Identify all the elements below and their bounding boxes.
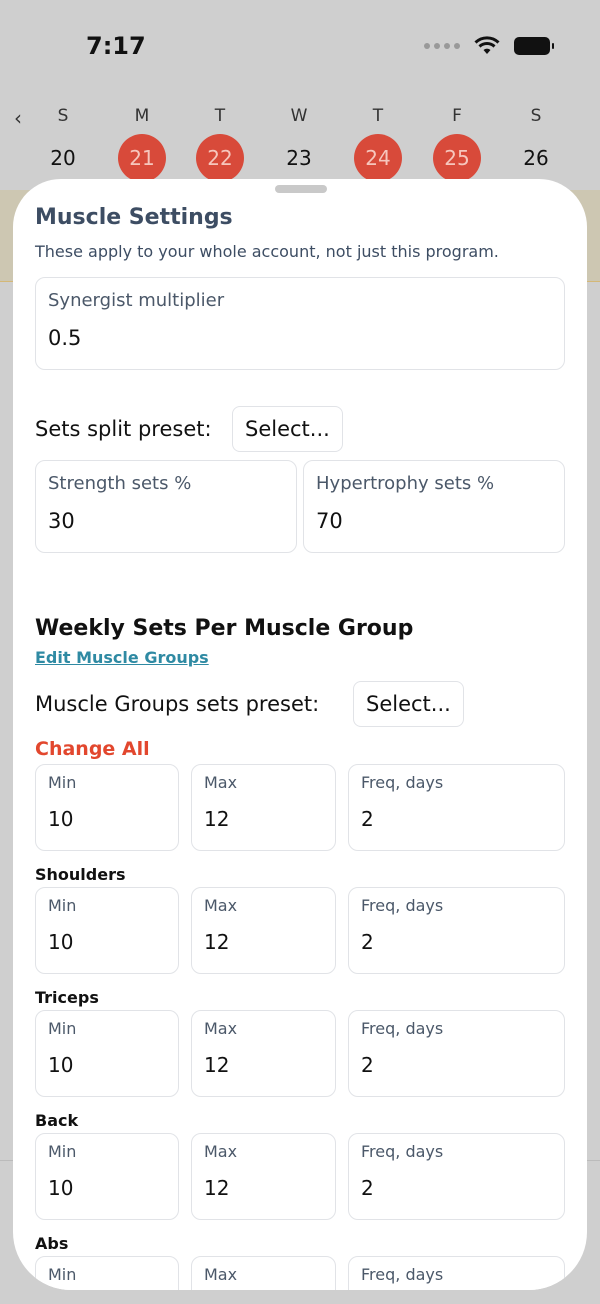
day-wed-23[interactable]: W 23 — [269, 100, 329, 182]
muscle-groups-preset-label: Muscle Groups sets preset: — [35, 692, 320, 716]
field-value: 12 — [204, 807, 230, 831]
field-label: Synergist multiplier — [48, 290, 225, 311]
field-label: Max — [204, 896, 238, 915]
change-all-min-field[interactable]: Min 10 — [35, 764, 179, 851]
page-title: Muscle Settings — [35, 205, 233, 230]
abs-freq-field[interactable]: Freq, days — [348, 1256, 565, 1290]
field-label: Max — [204, 773, 238, 792]
muscle-group-name: Triceps — [35, 988, 99, 1007]
field-value: 30 — [48, 509, 75, 533]
day-number: 25 — [433, 134, 481, 182]
abs-min-field[interactable]: Min — [35, 1256, 179, 1290]
abs-max-field[interactable]: Max — [191, 1256, 336, 1290]
strength-sets-field[interactable]: Strength sets % 30 — [35, 460, 297, 553]
day-number: 23 — [286, 146, 312, 170]
shoulders-min-field[interactable]: Min 10 — [35, 887, 179, 974]
day-number: 26 — [523, 146, 549, 170]
triceps-min-field[interactable]: Min 10 — [35, 1010, 179, 1097]
day-letter: S — [57, 106, 69, 126]
muscle-group-name: Shoulders — [35, 865, 126, 884]
day-number: 24 — [354, 134, 402, 182]
day-letter: W — [290, 106, 308, 126]
day-letter: T — [372, 106, 384, 126]
back-freq-field[interactable]: Freq, days 2 — [348, 1133, 565, 1220]
field-label: Freq, days — [361, 896, 444, 915]
field-value: 10 — [48, 1176, 74, 1200]
muscle-settings-sheet: Muscle Settings These apply to your whol… — [13, 179, 587, 1290]
field-label: Min — [48, 1142, 77, 1161]
day-letter: S — [530, 106, 542, 126]
status-icons — [424, 36, 554, 56]
field-value: 0.5 — [48, 326, 82, 350]
day-tue-22[interactable]: T 22 — [190, 100, 250, 182]
sheet-grabber[interactable] — [275, 185, 327, 193]
change-all-max-field[interactable]: Max 12 — [191, 764, 336, 851]
field-label: Freq, days — [361, 773, 444, 792]
field-label: Min — [48, 1019, 77, 1038]
field-value: 10 — [48, 930, 74, 954]
field-label: Strength sets % — [48, 473, 192, 494]
muscle-groups-preset-select[interactable]: Select... — [353, 681, 464, 727]
status-time: 7:17 — [86, 32, 146, 60]
day-sat-26[interactable]: S 26 — [506, 100, 566, 182]
field-value: 2 — [361, 1053, 374, 1077]
sets-split-preset-label: Sets split preset: — [35, 417, 212, 441]
edit-muscle-groups-link[interactable]: Edit Muscle Groups — [35, 648, 209, 667]
day-sun-20[interactable]: S 20 — [33, 100, 93, 182]
field-value: 2 — [361, 807, 374, 831]
field-label: Max — [204, 1019, 238, 1038]
field-value: 10 — [48, 1053, 74, 1077]
field-label: Hypertrophy sets % — [316, 473, 495, 494]
day-letter: F — [452, 106, 462, 126]
hypertrophy-sets-field[interactable]: Hypertrophy sets % 70 — [303, 460, 565, 553]
muscle-group-name: Abs — [35, 1234, 69, 1253]
field-label: Max — [204, 1265, 238, 1284]
change-all-button[interactable]: Change All — [35, 738, 150, 760]
sets-split-preset-select[interactable]: Select... — [232, 406, 343, 452]
back-max-field[interactable]: Max 12 — [191, 1133, 336, 1220]
week-strip: ‹ S 20 M 21 T 22 W 23 T 24 F 25 S 26 — [0, 100, 600, 184]
muscle-group-name: Back — [35, 1111, 79, 1130]
day-letter: T — [214, 106, 226, 126]
field-value: 2 — [361, 1176, 374, 1200]
battery-icon — [514, 37, 554, 55]
back-min-field[interactable]: Min 10 — [35, 1133, 179, 1220]
field-label: Max — [204, 1142, 238, 1161]
triceps-max-field[interactable]: Max 12 — [191, 1010, 336, 1097]
page-subtitle: These apply to your whole account, not j… — [35, 242, 499, 261]
day-thu-24[interactable]: T 24 — [348, 100, 408, 182]
field-label: Freq, days — [361, 1265, 444, 1284]
field-label: Freq, days — [361, 1142, 444, 1161]
wifi-icon — [474, 36, 500, 54]
day-number: 22 — [196, 134, 244, 182]
field-value: 12 — [204, 1176, 230, 1200]
field-value: 10 — [48, 807, 74, 831]
day-number: 20 — [50, 146, 76, 170]
day-fri-25[interactable]: F 25 — [427, 100, 487, 182]
field-label: Freq, days — [361, 1019, 444, 1038]
field-value: 12 — [204, 930, 230, 954]
triceps-freq-field[interactable]: Freq, days 2 — [348, 1010, 565, 1097]
status-bar: 7:17 — [0, 0, 600, 96]
field-value: 2 — [361, 930, 374, 954]
field-label: Min — [48, 773, 77, 792]
field-label: Min — [48, 1265, 77, 1284]
field-value: 70 — [316, 509, 343, 533]
day-letter: M — [134, 106, 150, 126]
day-number: 21 — [118, 134, 166, 182]
synergist-multiplier-field[interactable]: Synergist multiplier 0.5 — [35, 277, 565, 370]
field-value: 12 — [204, 1053, 230, 1077]
field-label: Min — [48, 896, 77, 915]
weekly-sets-title: Weekly Sets Per Muscle Group — [35, 616, 414, 641]
shoulders-max-field[interactable]: Max 12 — [191, 887, 336, 974]
chevron-left-icon[interactable]: ‹ — [14, 106, 22, 130]
change-all-freq-field[interactable]: Freq, days 2 — [348, 764, 565, 851]
day-mon-21[interactable]: M 21 — [112, 100, 172, 182]
cellular-signal-icon — [424, 43, 460, 49]
shoulders-freq-field[interactable]: Freq, days 2 — [348, 887, 565, 974]
